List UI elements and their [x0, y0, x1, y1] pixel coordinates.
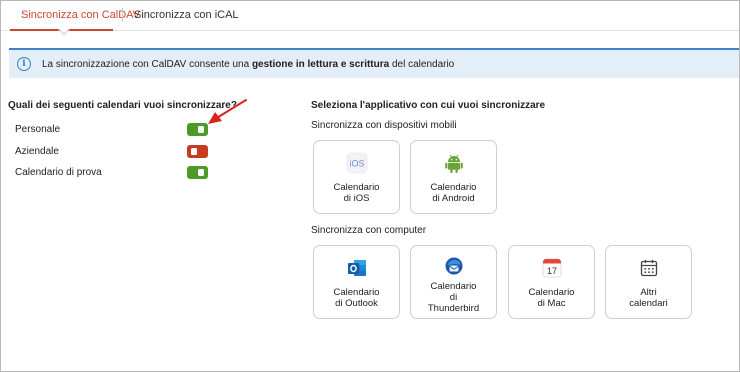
card-thunderbird[interactable]: Calendario di Thunderbird [410, 245, 497, 319]
calendar-label: Calendario di prova [15, 167, 102, 178]
active-tab-caret [58, 23, 70, 35]
toggle-calendario-prova[interactable] [187, 166, 208, 179]
mac-calendar-day: 17 [546, 266, 556, 276]
info-banner-text: La sincronizzazione con CalDAV consente … [42, 58, 455, 70]
thunderbird-icon [445, 257, 462, 275]
tab-ical[interactable]: Sincronizza con iCAL [134, 9, 239, 21]
calendar-label: Personale [15, 124, 61, 135]
card-mac[interactable]: 17 Calendario di Mac [508, 245, 595, 319]
red-arrow-annotation-icon [208, 99, 247, 124]
calendars-question: Quali dei seguenti calendari vuoi sincro… [8, 100, 237, 111]
computer-section-label: Sincronizza con computer [311, 225, 427, 236]
toggle-aziendale[interactable] [187, 145, 208, 158]
card-label: Calendario di Thunderbird [427, 281, 480, 314]
card-label: Calendario di Android [430, 182, 477, 204]
toggle-knob [198, 126, 204, 133]
card-android[interactable]: Calendario di Android [410, 140, 497, 214]
tab-bar: Sincronizza con CalDAV Sincronizza con i… [1, 1, 739, 35]
calendar-row-aziendale: Aziendale [15, 144, 235, 162]
card-altri-calendari[interactable]: Altri calendari [605, 245, 692, 319]
apps-title: Seleziona l'applicativo con cui vuoi sin… [311, 100, 546, 111]
info-icon: i [17, 57, 31, 71]
card-ios[interactable]: iOS Calendario di iOS [313, 140, 400, 214]
tab-separator [122, 8, 123, 22]
calendar-row-personale: Personale [15, 122, 235, 140]
ios-icon-text: iOS [349, 159, 364, 169]
card-label: Altri calendari [629, 287, 668, 309]
toggle-knob [198, 169, 204, 176]
info-banner: i La sincronizzazione con CalDAV consent… [9, 48, 739, 78]
toggle-knob [191, 148, 197, 155]
ios-icon: iOS [346, 152, 367, 174]
mobile-section-label: Sincronizza con dispositivi mobili [311, 120, 457, 131]
outlook-icon [347, 260, 366, 276]
card-label: Calendario di iOS [333, 182, 380, 204]
card-label: Calendario di Outlook [333, 287, 380, 309]
card-label: Calendario di Mac [528, 287, 575, 309]
caldav-sync-panel: Sincronizza con CalDAV Sincronizza con i… [0, 0, 740, 372]
calendar-row-prova: Calendario di prova [15, 165, 235, 183]
card-outlook[interactable]: Calendario di Outlook [313, 245, 400, 319]
calendar-icon [640, 259, 657, 277]
android-icon [444, 154, 463, 173]
mac-calendar-icon: 17 [542, 258, 561, 278]
calendar-label: Aziendale [15, 146, 59, 157]
